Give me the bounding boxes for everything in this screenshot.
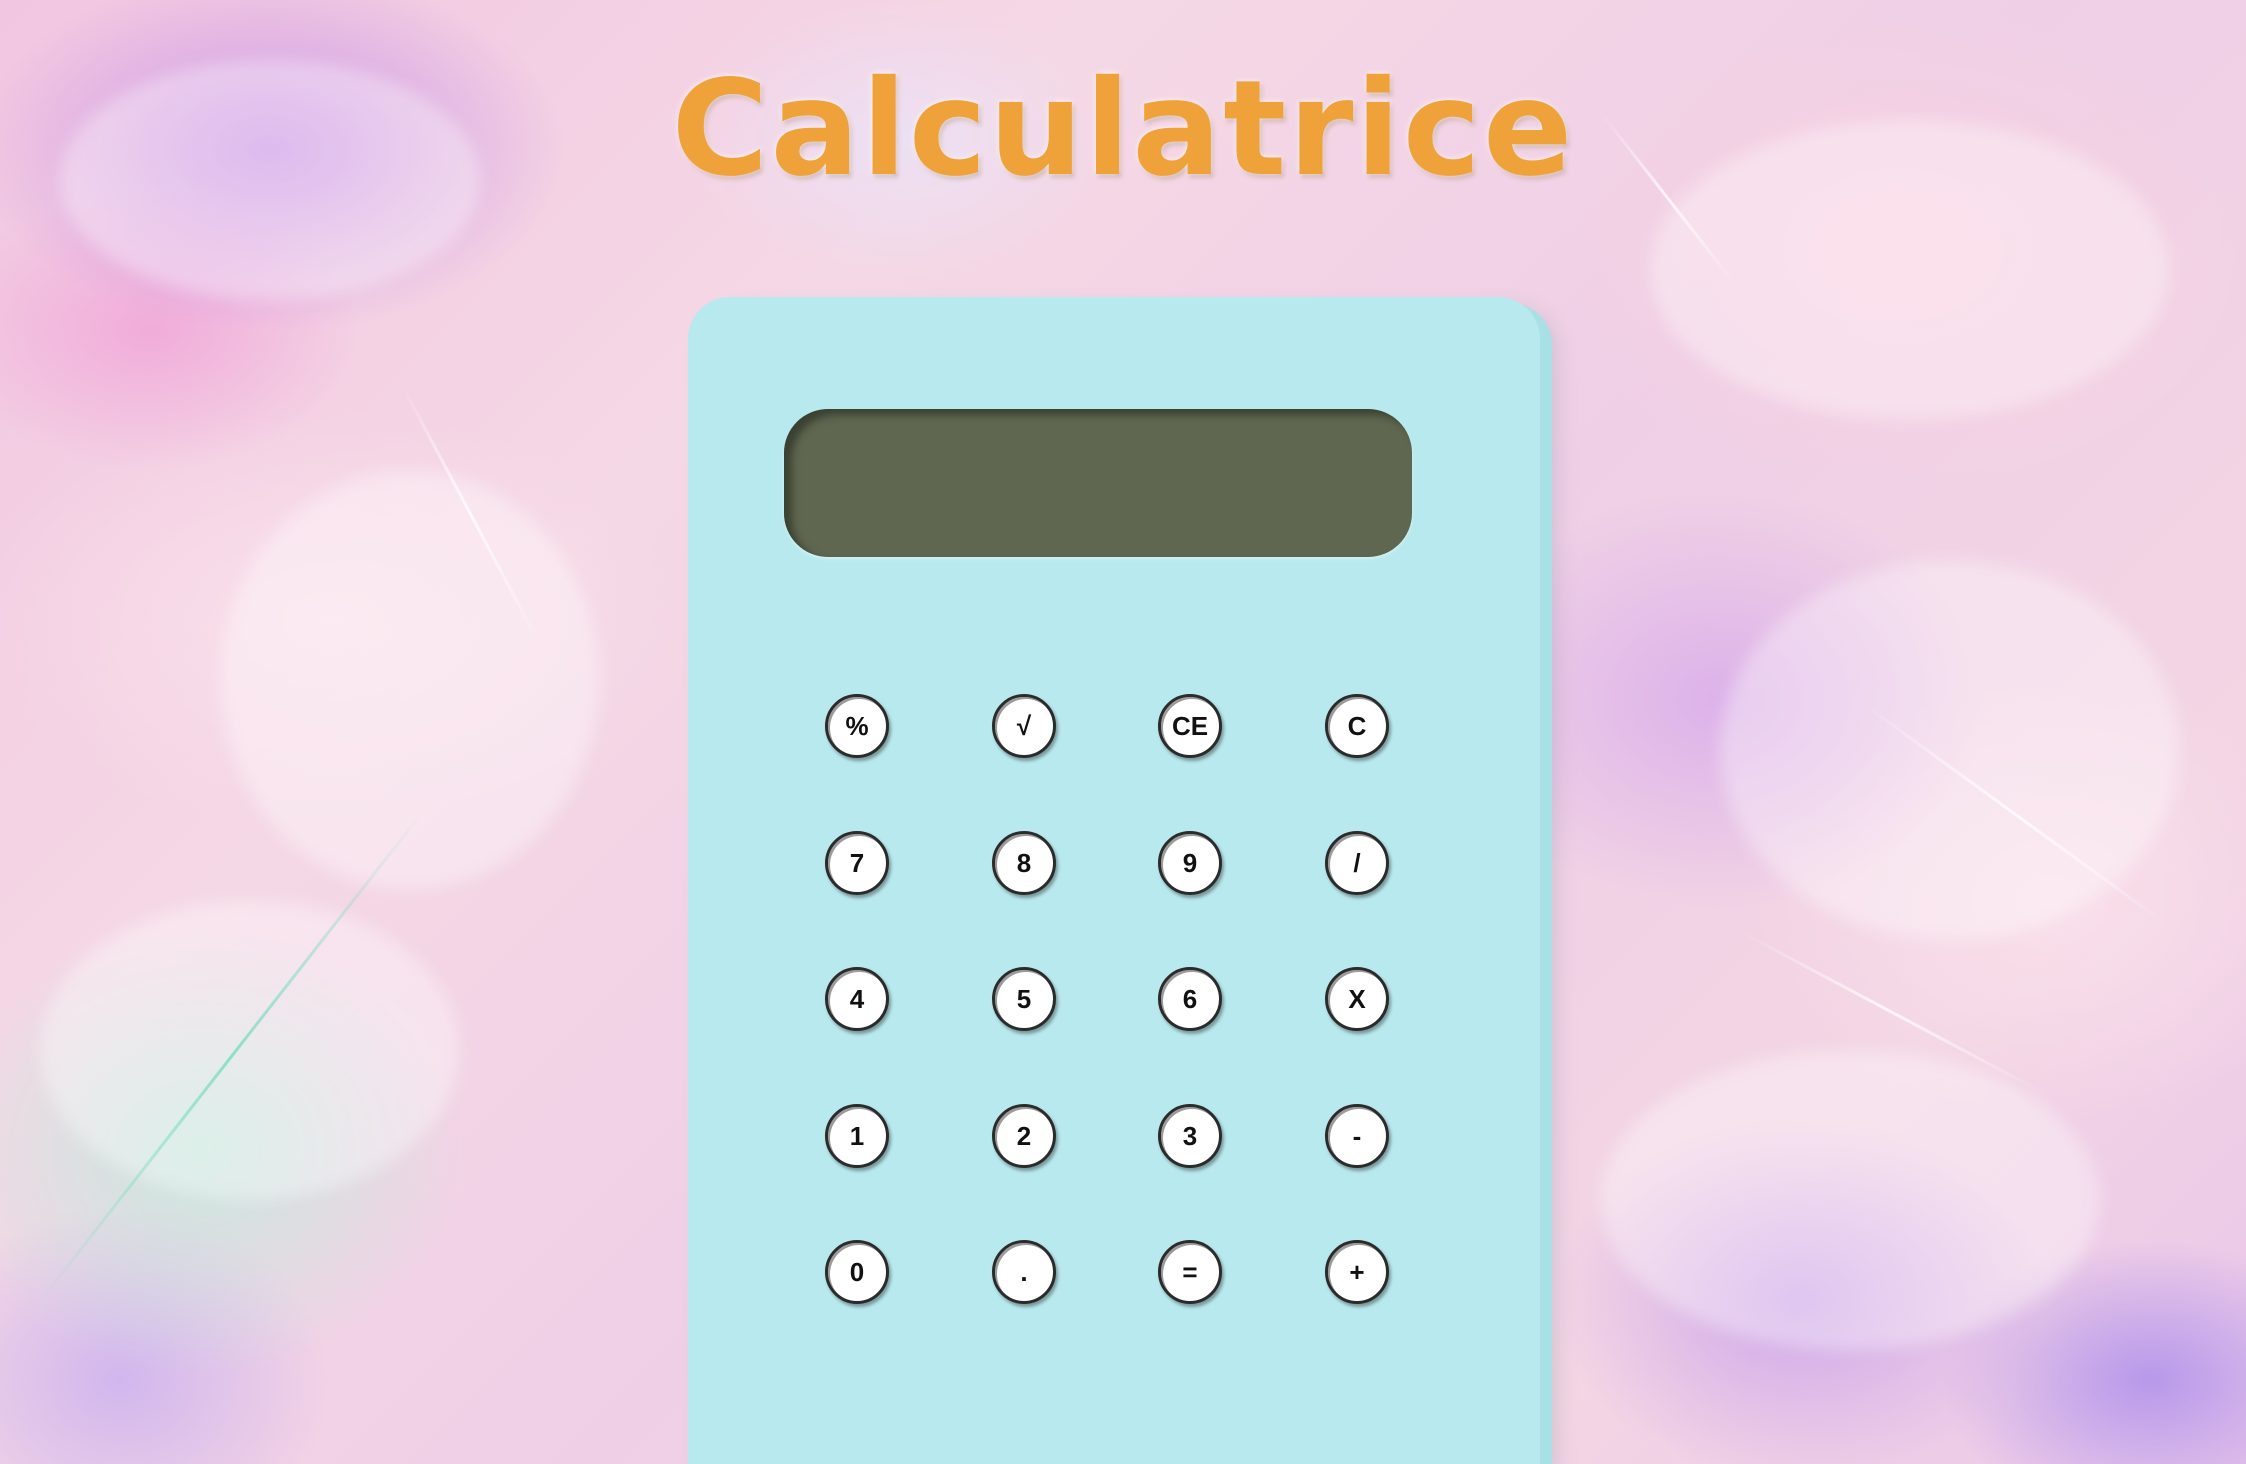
subtract-key[interactable]: - [1325,1104,1389,1168]
divide-key[interactable]: / [1325,831,1389,895]
digit-6-key[interactable]: 6 [1158,967,1222,1031]
decimal-point-key[interactable]: . [992,1240,1056,1304]
percent-key[interactable]: % [825,694,889,758]
equals-key[interactable]: = [1158,1240,1222,1304]
digit-9-key[interactable]: 9 [1158,831,1222,895]
calculator: % √ CE C 7 8 9 / 4 5 6 X 1 2 3 - 0. = + [688,297,1540,1464]
digit-1-key[interactable]: 1 [825,1104,889,1168]
clear-entry-key[interactable]: CE [1158,694,1222,758]
digit-0-key[interactable]: 0 [825,1240,889,1304]
clear-key[interactable]: C [1325,694,1389,758]
square-root-key[interactable]: √ [992,694,1056,758]
digit-4-key[interactable]: 4 [825,967,889,1031]
digit-8-key[interactable]: 8 [992,831,1056,895]
digit-2-key[interactable]: 2 [992,1104,1056,1168]
multiply-key[interactable]: X [1325,967,1389,1031]
page-title: Calculatrice [671,52,1575,206]
digit-5-key[interactable]: 5 [992,967,1056,1031]
digit-3-key[interactable]: 3 [1158,1104,1222,1168]
add-key[interactable]: + [1325,1240,1389,1304]
digit-7-key[interactable]: 7 [825,831,889,895]
calculator-display [784,409,1412,557]
